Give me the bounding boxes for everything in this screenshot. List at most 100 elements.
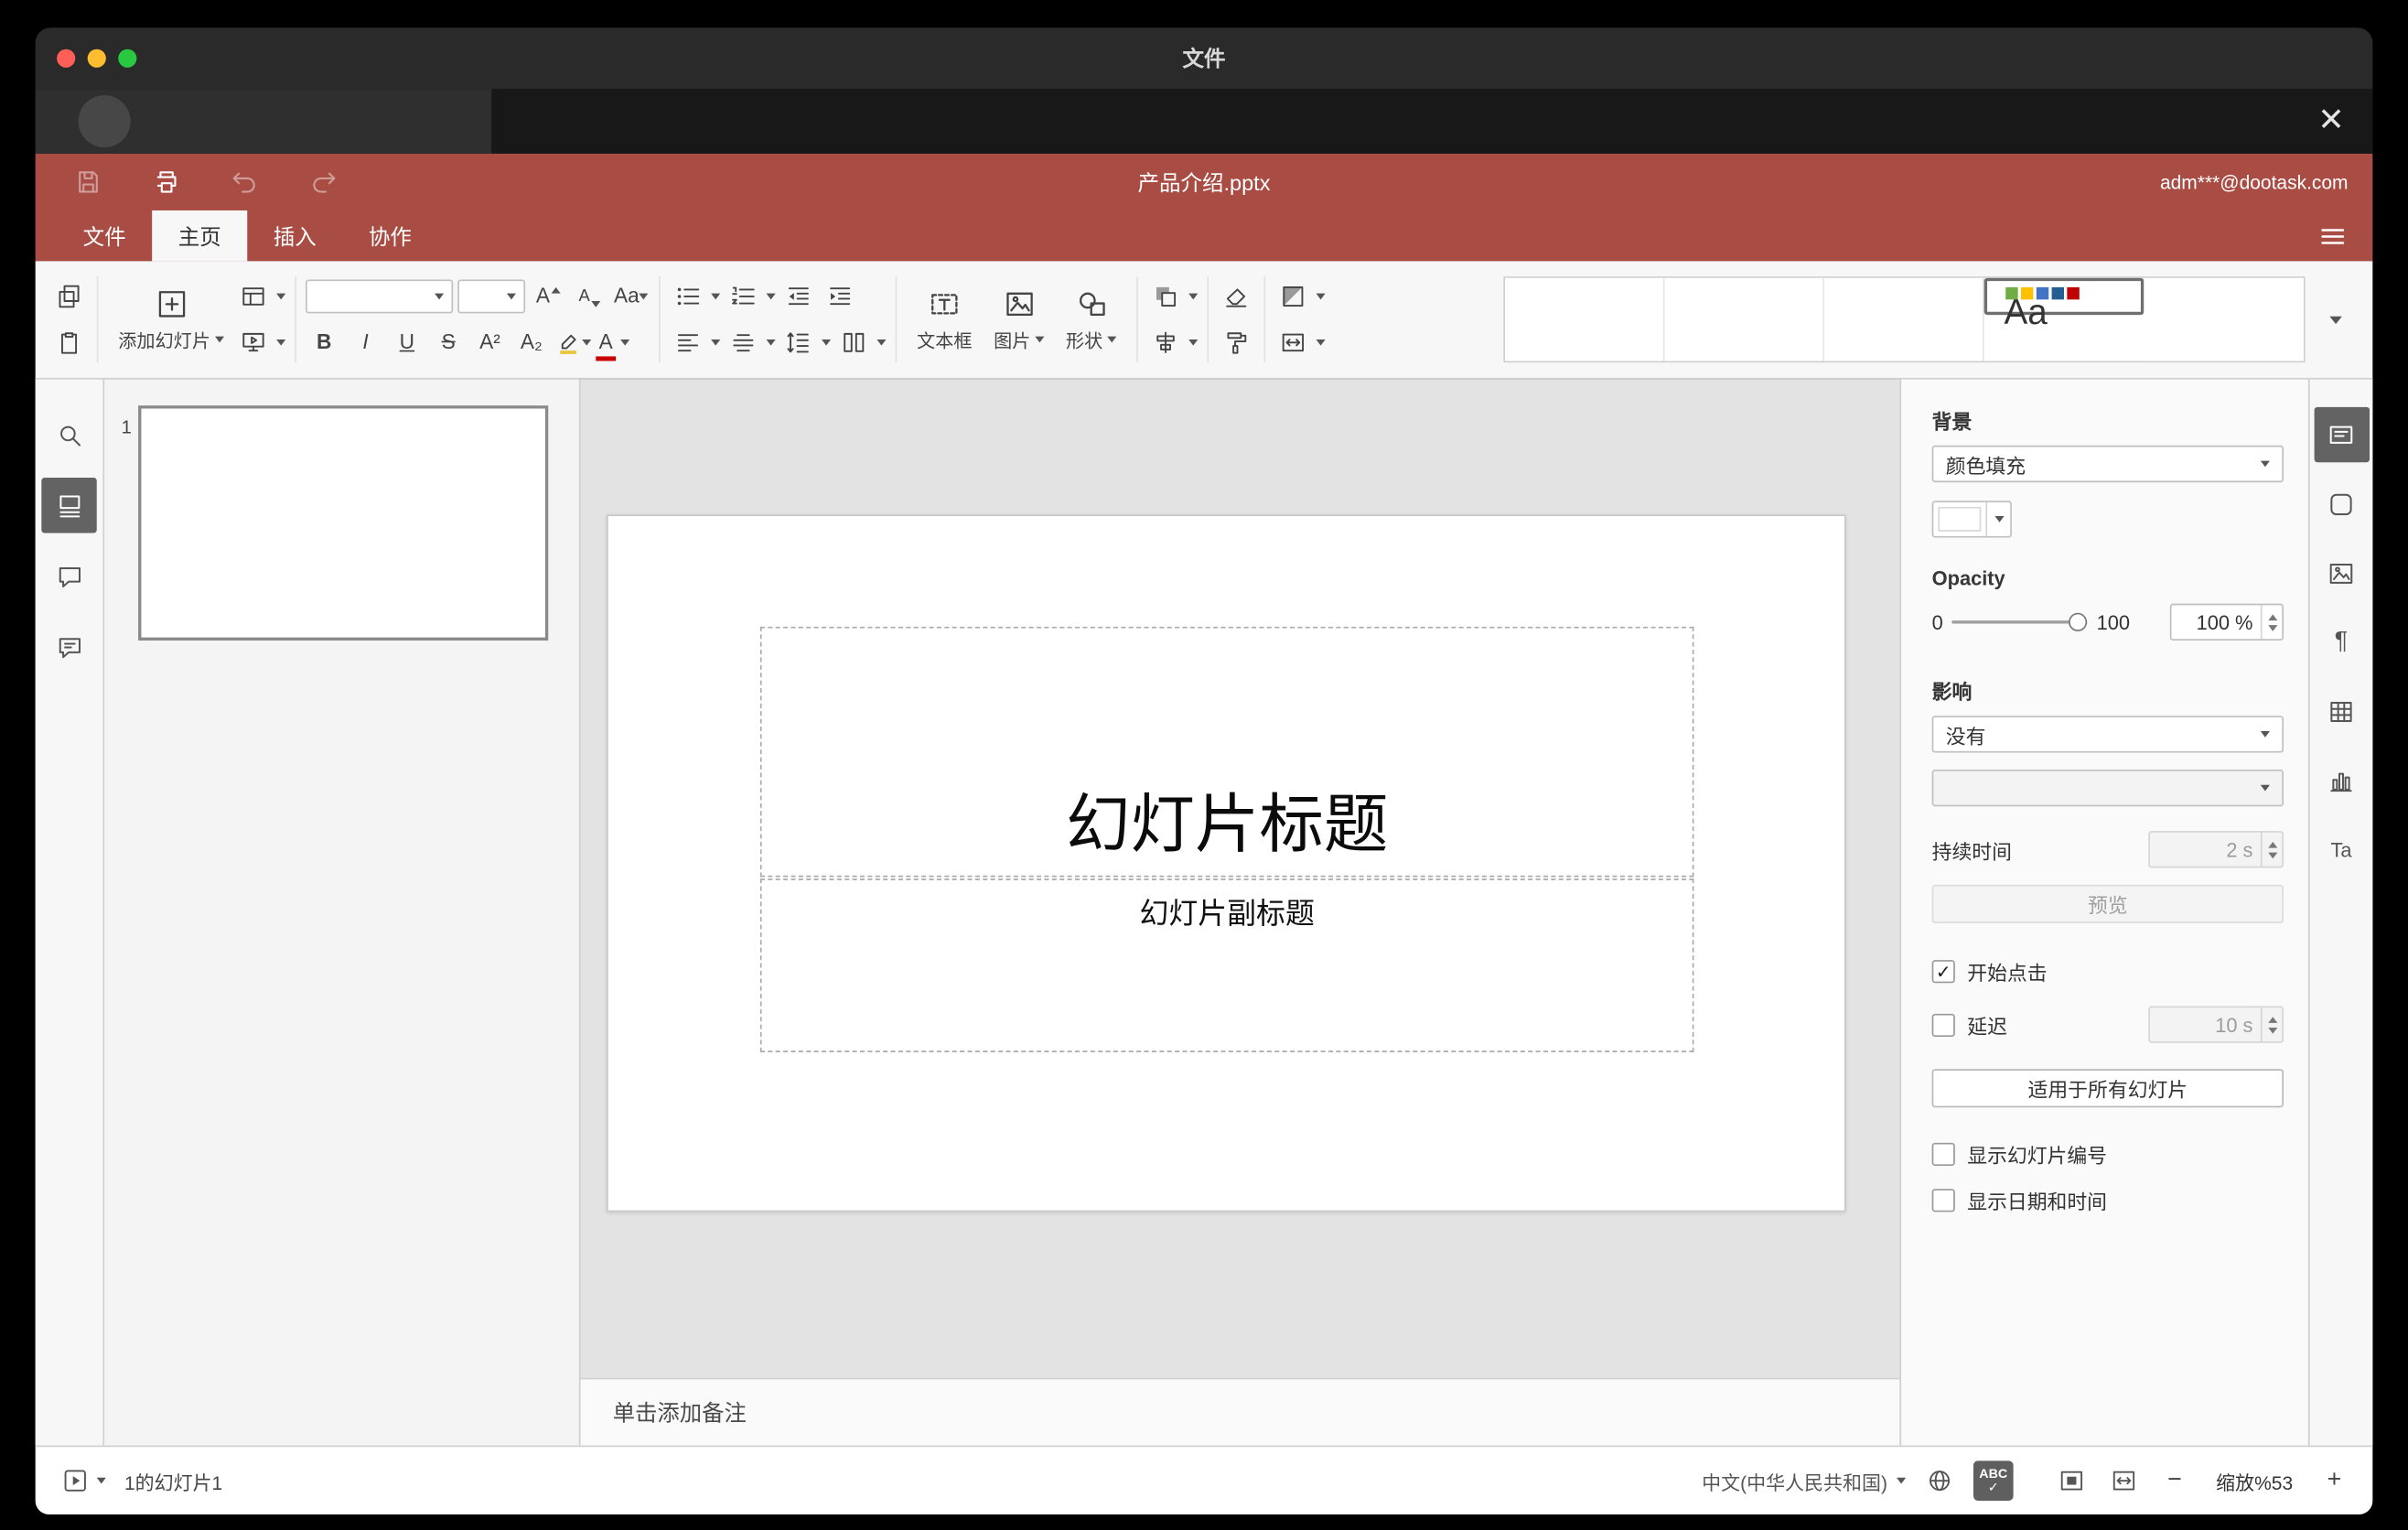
fit-width-icon[interactable] — [2105, 1462, 2142, 1499]
tab-file[interactable]: 文件 — [57, 210, 152, 261]
theme-cell-selected[interactable]: Aa — [1983, 277, 2145, 332]
start-slideshow-icon[interactable] — [235, 324, 272, 361]
tab-collaboration[interactable]: 协作 — [342, 210, 437, 261]
vertical-align-icon[interactable] — [725, 324, 761, 361]
start-on-click-checkbox[interactable]: ✓ 开始点击 — [1931, 957, 2284, 986]
slides-panel-icon[interactable] — [41, 478, 97, 533]
save-icon[interactable] — [70, 164, 106, 200]
spinner-arrows-icon[interactable] — [2260, 1007, 2283, 1042]
show-slide-number-checkbox[interactable]: 显示幻灯片编号 — [1931, 1139, 2284, 1169]
preview-button[interactable]: 预览 — [1931, 884, 2284, 923]
image-settings-icon[interactable] — [2314, 545, 2369, 600]
font-color-icon[interactable]: A — [596, 324, 632, 361]
theme-cell[interactable] — [1664, 277, 1825, 361]
spellcheck-icon[interactable]: ABC ✓ — [1973, 1460, 2014, 1501]
change-case-icon[interactable]: Aa — [613, 278, 650, 315]
clear-style-icon[interactable] — [1218, 278, 1254, 315]
numbering-icon[interactable] — [725, 278, 761, 315]
start-slideshow-statusbar-icon[interactable] — [57, 1462, 93, 1499]
maximize-traffic-light[interactable] — [118, 48, 137, 68]
slide-settings-panel: 背景 颜色填充 Opacity 0 100 100 % 影响 没有 持续时间 2… — [1899, 379, 2308, 1446]
align-shape-icon[interactable] — [1147, 324, 1184, 361]
columns-icon[interactable] — [835, 324, 872, 361]
line-spacing-icon[interactable] — [780, 324, 817, 361]
add-slide-button[interactable]: 添加幻灯片 — [107, 284, 234, 356]
background-color-picker[interactable] — [1931, 501, 2012, 538]
zoom-out-icon[interactable]: − — [2157, 1464, 2191, 1498]
slide-canvas[interactable]: 幻灯片标题 幻灯片副标题 — [607, 514, 1846, 1212]
language-selector[interactable]: 中文(中华人民共和国) — [1702, 1466, 1887, 1495]
slider-knob[interactable] — [2069, 612, 2088, 631]
paragraph-settings-icon[interactable]: ¶ — [2314, 614, 2369, 669]
shape-settings-icon[interactable] — [2314, 476, 2369, 531]
textart-settings-icon[interactable]: Ta — [2314, 822, 2369, 877]
comments-icon[interactable] — [41, 548, 96, 603]
decrease-font-icon[interactable]: A — [571, 278, 607, 315]
tab-insert[interactable]: 插入 — [247, 210, 342, 261]
opacity-slider[interactable] — [1951, 611, 2088, 633]
strikethrough-icon[interactable]: S — [430, 324, 467, 361]
underline-icon[interactable]: U — [389, 324, 425, 361]
checkbox-checked-icon: ✓ — [1931, 960, 1955, 984]
zoom-in-icon[interactable]: + — [2317, 1464, 2351, 1498]
undo-icon[interactable] — [226, 164, 263, 200]
gallery-expand-icon[interactable] — [2317, 301, 2354, 338]
decrease-indent-icon[interactable] — [780, 278, 817, 315]
copy-icon[interactable] — [50, 278, 87, 315]
change-layout-icon[interactable] — [235, 278, 272, 315]
table-settings-icon[interactable] — [2314, 684, 2369, 738]
chat-icon[interactable] — [41, 619, 96, 673]
increase-indent-icon[interactable] — [822, 278, 858, 315]
arrange-shape-icon[interactable] — [1147, 278, 1184, 315]
delay-spinbox[interactable]: 10 s — [2148, 1006, 2284, 1043]
apply-to-all-slides-button[interactable]: 适用于所有幻灯片 — [1931, 1069, 2284, 1108]
tab-home[interactable]: 主页 — [152, 210, 248, 262]
menu-icon[interactable] — [2315, 218, 2351, 254]
duration-spinbox[interactable]: 2 s — [2148, 831, 2284, 868]
subscript-icon[interactable]: A₂ — [513, 324, 550, 361]
spinner-arrows-icon[interactable] — [2260, 832, 2283, 867]
font-size-combo[interactable] — [457, 279, 526, 314]
theme-cell[interactable] — [1824, 277, 1984, 361]
minimize-traffic-light[interactable] — [87, 48, 106, 68]
title-placeholder[interactable]: 幻灯片标题 — [759, 626, 1694, 878]
chevron-down-icon[interactable] — [96, 1477, 106, 1484]
increase-font-icon[interactable]: A — [530, 278, 566, 315]
italic-icon[interactable]: I — [347, 324, 383, 361]
theme-cell[interactable] — [1504, 277, 1665, 361]
subtitle-placeholder[interactable]: 幻灯片副标题 — [759, 878, 1694, 1052]
insert-image-button[interactable]: 图片 — [983, 284, 1055, 356]
copy-style-icon[interactable] — [1218, 324, 1254, 361]
insert-shape-button[interactable]: 形状 — [1055, 284, 1127, 356]
delay-checkbox[interactable]: 延迟 — [1931, 1010, 2007, 1040]
print-icon[interactable] — [147, 164, 184, 200]
horizontal-align-icon[interactable] — [670, 324, 706, 361]
effect-select[interactable]: 没有 — [1931, 716, 2284, 753]
highlight-color-icon[interactable] — [554, 324, 592, 361]
theme-cell[interactable] — [2144, 277, 2304, 361]
color-scheme-icon[interactable] — [1274, 278, 1311, 315]
spinner-arrows-icon[interactable] — [2260, 605, 2283, 640]
opacity-spinbox[interactable]: 100 % — [2169, 603, 2284, 641]
fit-slide-icon[interactable] — [2053, 1462, 2090, 1499]
font-name-combo[interactable] — [306, 279, 454, 314]
bold-icon[interactable]: B — [306, 324, 342, 361]
close-traffic-light[interactable] — [57, 48, 76, 68]
chart-settings-icon[interactable] — [2314, 752, 2369, 807]
document-language-icon[interactable] — [1921, 1462, 1958, 1499]
slide-thumbnail[interactable] — [138, 405, 549, 641]
slide-size-icon[interactable] — [1274, 324, 1311, 361]
insert-textbox-button[interactable]: 文本框 — [906, 284, 983, 356]
bullets-icon[interactable] — [670, 278, 706, 315]
close-icon[interactable]: ✕ — [2308, 97, 2354, 143]
paste-icon[interactable] — [50, 324, 87, 361]
show-date-time-checkbox[interactable]: 显示日期和时间 — [1931, 1186, 2284, 1215]
redo-icon[interactable] — [304, 164, 340, 200]
notes-area[interactable]: 单击添加备注 — [580, 1377, 1900, 1446]
slide-settings-icon[interactable] — [2313, 406, 2370, 463]
chevron-down-icon — [766, 293, 776, 300]
effect-type-select[interactable] — [1931, 769, 2284, 807]
search-icon[interactable] — [41, 407, 96, 462]
superscript-icon[interactable]: A² — [471, 324, 508, 361]
background-fill-select[interactable]: 颜色填充 — [1931, 445, 2284, 483]
